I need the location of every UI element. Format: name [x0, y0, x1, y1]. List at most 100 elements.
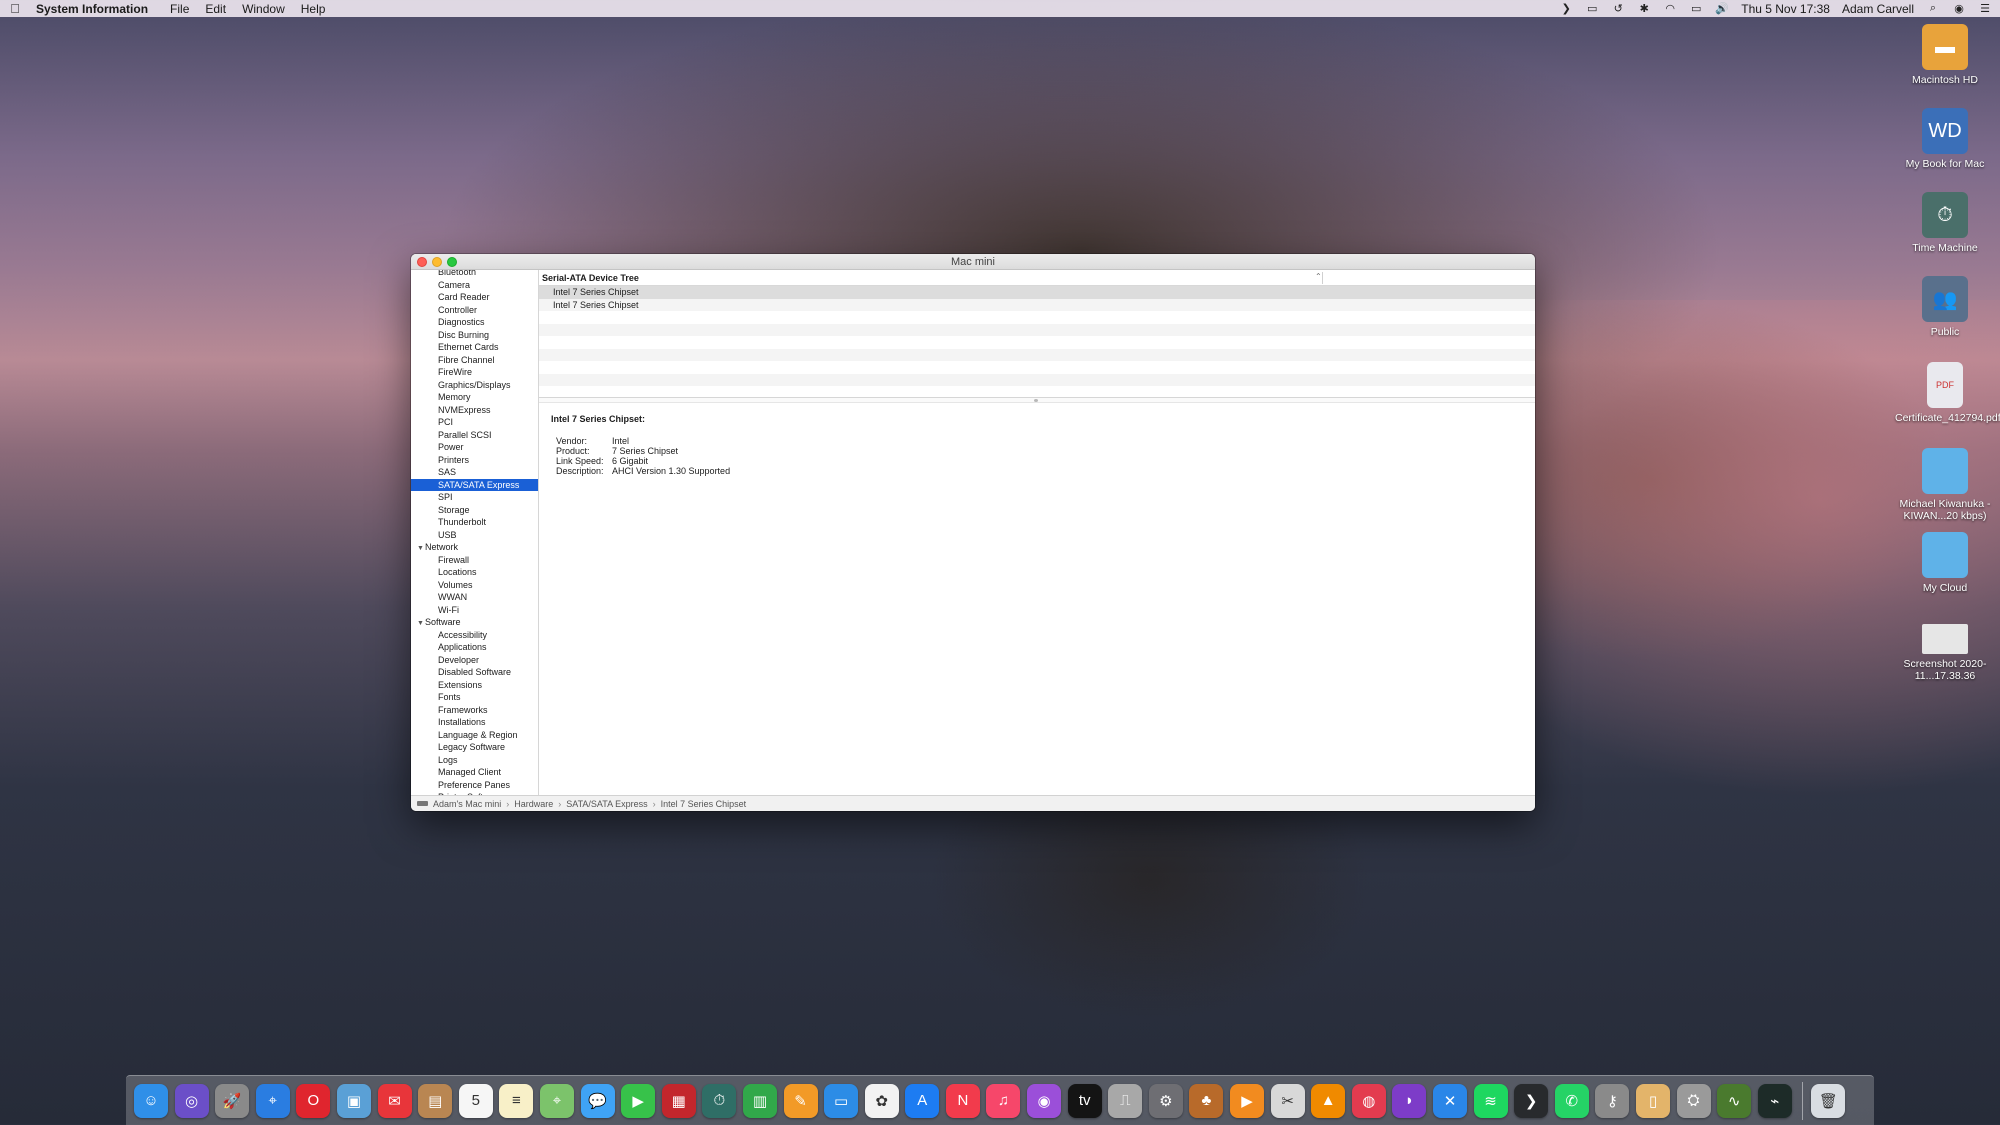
- photos-icon[interactable]: ✿: [864, 1083, 899, 1118]
- notes-icon[interactable]: ≡: [499, 1083, 534, 1118]
- desktop-icon-michael-kiwanuka[interactable]: Michael Kiwanuka - KIWAN...20 kbps): [1890, 448, 2000, 522]
- pane-splitter[interactable]: [539, 397, 1535, 403]
- plex-icon[interactable]: ❯: [1514, 1083, 1549, 1118]
- finder-icon[interactable]: ☺: [134, 1083, 168, 1118]
- sidebar-item[interactable]: Applications: [411, 641, 538, 654]
- device-tree-header[interactable]: Serial-ATA Device Tree ⌃: [539, 270, 1535, 286]
- mail-icon[interactable]: ✉: [377, 1083, 412, 1118]
- safari-icon[interactable]: ⌖: [255, 1083, 290, 1118]
- sidebar-item[interactable]: Installations: [411, 716, 538, 729]
- sidebar-item[interactable]: NVMExpress: [411, 404, 538, 417]
- disclosure-triangle-icon[interactable]: ▼: [417, 618, 425, 631]
- device-tree-row[interactable]: Intel 7 Series Chipset: [539, 298, 1535, 311]
- vlc-cone-icon[interactable]: ▲: [1311, 1083, 1346, 1118]
- disclosure-triangle-icon[interactable]: ▼: [417, 543, 425, 556]
- sidebar-item[interactable]: Language & Region: [411, 729, 538, 742]
- system-information-icon[interactable]: ⎍: [1108, 1083, 1143, 1118]
- sidebar-item[interactable]: Bluetooth: [411, 270, 538, 279]
- sidebar-item[interactable]: Extensions: [411, 679, 538, 692]
- script-icon[interactable]: ✂: [1270, 1083, 1305, 1118]
- sidebar-item[interactable]: SPI: [411, 491, 538, 504]
- desktop-icon-time-machine[interactable]: ⏱ Time Machine: [1890, 192, 2000, 254]
- music-icon[interactable]: ♫: [986, 1083, 1021, 1118]
- sidebar-item[interactable]: Locations: [411, 566, 538, 579]
- sidebar-item[interactable]: Frameworks: [411, 704, 538, 717]
- volume-icon[interactable]: 🔊: [1715, 3, 1729, 15]
- play-icon[interactable]: ▶: [1230, 1083, 1265, 1118]
- sidebar-section-header[interactable]: ▼Software: [411, 616, 538, 629]
- sidebar-item[interactable]: USB: [411, 529, 538, 542]
- utility-icon[interactable]: ⛭: [1676, 1083, 1711, 1118]
- radio-icon[interactable]: ◍: [1351, 1083, 1386, 1118]
- spotify-icon[interactable]: ≋: [1473, 1083, 1508, 1118]
- sidebar-item[interactable]: Legacy Software: [411, 741, 538, 754]
- launchpad-icon[interactable]: 🚀: [215, 1083, 250, 1118]
- news-icon[interactable]: N: [945, 1083, 980, 1118]
- path-component[interactable]: Intel 7 Series Chipset: [661, 799, 747, 809]
- desktop-icon-my-cloud[interactable]: My Cloud: [1890, 532, 2000, 594]
- menu-help[interactable]: Help: [301, 2, 326, 16]
- sidebar-item[interactable]: Graphics/Displays: [411, 379, 538, 392]
- sidebar-item[interactable]: Diagnostics: [411, 316, 538, 329]
- sidebar-item[interactable]: Logs: [411, 754, 538, 767]
- sidebar-item[interactable]: Thunderbolt: [411, 516, 538, 529]
- maps-icon[interactable]: ⌖: [539, 1083, 574, 1118]
- numbers-icon[interactable]: ▥: [742, 1083, 777, 1118]
- sidebar-item[interactable]: WWAN: [411, 591, 538, 604]
- category-sidebar[interactable]: Bluetooth Camera Card Reader Controller Diag…: [411, 270, 539, 795]
- calendar-icon[interactable]: 5: [458, 1083, 493, 1118]
- keynote-icon[interactable]: ▭: [824, 1083, 859, 1118]
- sidebar-section-header[interactable]: ▼Network: [411, 541, 538, 554]
- keys-icon[interactable]: ⚷: [1595, 1083, 1630, 1118]
- whatsapp-icon[interactable]: ✆: [1554, 1083, 1589, 1118]
- path-component[interactable]: SATA/SATA Express: [566, 799, 647, 809]
- sidebar-item[interactable]: Card Reader: [411, 291, 538, 304]
- plex-status-icon[interactable]: ❯: [1559, 3, 1573, 15]
- notification-center-icon[interactable]: ☰: [1978, 3, 1992, 15]
- menu-clock[interactable]: Thu 5 Nov 17:38: [1741, 2, 1830, 16]
- path-component[interactable]: Adam's Mac mini: [433, 799, 501, 809]
- sidebar-item[interactable]: Volumes: [411, 579, 538, 592]
- menu-edit[interactable]: Edit: [205, 2, 226, 16]
- sidebar-item[interactable]: Storage: [411, 504, 538, 517]
- menu-file[interactable]: File: [170, 2, 189, 16]
- sidebar-item[interactable]: Fonts: [411, 691, 538, 704]
- menu-window[interactable]: Window: [242, 2, 285, 16]
- sidebar-item[interactable]: SAS: [411, 466, 538, 479]
- window-titlebar[interactable]: Mac mini: [411, 254, 1535, 270]
- sort-indicator-icon[interactable]: ⌃: [1315, 272, 1322, 281]
- sidebar-item[interactable]: Ethernet Cards: [411, 341, 538, 354]
- sidebar-item[interactable]: PCI: [411, 416, 538, 429]
- hd-status-icon[interactable]: ▭: [1585, 3, 1599, 15]
- siri-icon[interactable]: ◎: [174, 1083, 209, 1118]
- sidebar-item[interactable]: Preference Panes: [411, 779, 538, 792]
- photo-booth-icon[interactable]: ▦: [661, 1083, 696, 1118]
- app-menu[interactable]: System Information: [36, 2, 148, 16]
- sidebar-item[interactable]: Disc Burning: [411, 329, 538, 342]
- minimize-button[interactable]: [432, 257, 442, 267]
- time-machine-status-icon[interactable]: ↺: [1611, 3, 1625, 15]
- activity-monitor-icon[interactable]: ⌁: [1757, 1083, 1792, 1118]
- sidebar-item[interactable]: Developer: [411, 654, 538, 667]
- facetime-icon[interactable]: ▶: [621, 1083, 656, 1118]
- spotlight-search-icon[interactable]: ⌕: [1926, 2, 1940, 15]
- splitter-handle-icon[interactable]: [1034, 399, 1038, 402]
- tv-icon[interactable]: tv: [1067, 1083, 1102, 1118]
- trash-icon[interactable]: 🗑: [1811, 1083, 1846, 1118]
- opera-icon[interactable]: O: [296, 1083, 331, 1118]
- desktop-icon-certificate[interactable]: PDF Certificate_412794.pdf: [1890, 362, 2000, 424]
- fast-user-switch[interactable]: Adam Carvell: [1842, 2, 1914, 16]
- desktop-icon-macintosh-hd[interactable]: ▬ Macintosh HD: [1890, 24, 2000, 86]
- sidebar-item[interactable]: Disabled Software: [411, 666, 538, 679]
- sidebar-item[interactable]: Wi-Fi: [411, 604, 538, 617]
- archive-icon[interactable]: ▯: [1635, 1083, 1670, 1118]
- sidebar-item[interactable]: SATA/SATA Express: [411, 478, 538, 491]
- preview-icon[interactable]: ▣: [336, 1083, 371, 1118]
- grapher-icon[interactable]: ∿: [1717, 1083, 1752, 1118]
- gear-icon[interactable]: ⚙: [1148, 1083, 1183, 1118]
- sidebar-item[interactable]: Controller: [411, 304, 538, 317]
- device-tree-row[interactable]: Intel 7 Series Chipset: [539, 286, 1535, 299]
- path-component[interactable]: Hardware: [514, 799, 553, 809]
- siri-status-icon[interactable]: ◉: [1952, 3, 1966, 15]
- desktop-icon-screenshot[interactable]: Screenshot 2020-11...17.38.36: [1890, 616, 2000, 682]
